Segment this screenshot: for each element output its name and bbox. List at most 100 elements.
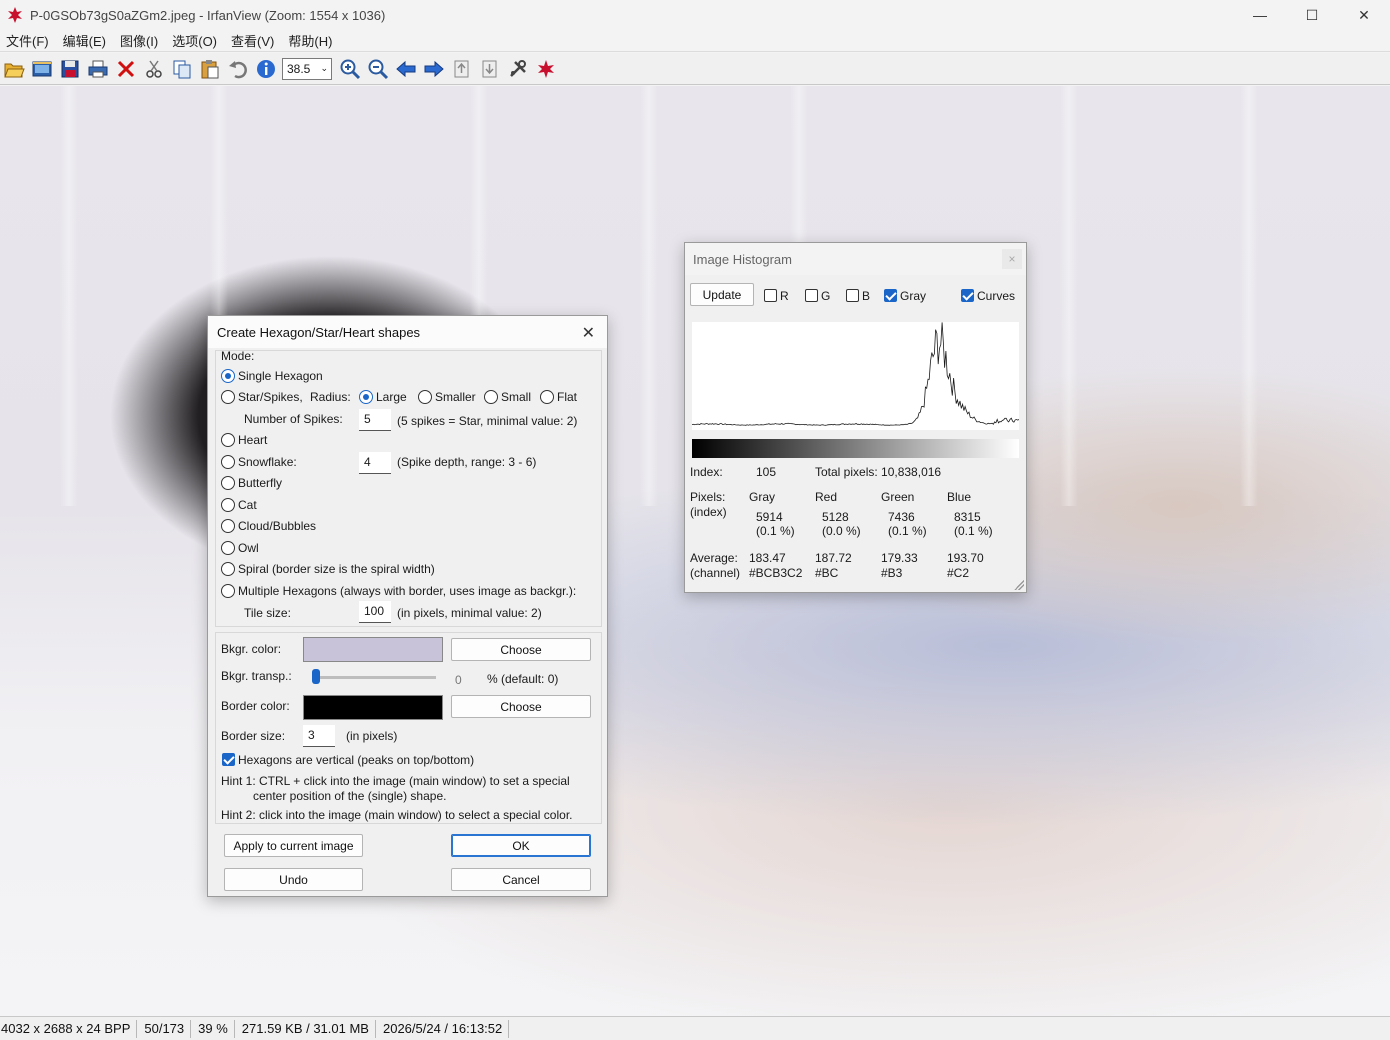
irfanview-app-icon[interactable] — [6, 6, 24, 24]
bkgr-transp-slider-thumb[interactable] — [312, 669, 320, 684]
hint1-line1: Hint 1: CTRL + click into the image (mai… — [221, 774, 570, 788]
maximize-button[interactable]: ☐ — [1286, 0, 1338, 30]
menu-edit[interactable]: 编辑(E) — [57, 31, 114, 50]
bkgr-color-swatch[interactable] — [303, 637, 443, 662]
radio-cat[interactable] — [221, 498, 235, 512]
menu-view[interactable]: 查看(V) — [225, 31, 282, 50]
menu-image[interactable]: 图像(I) — [114, 31, 166, 50]
radio-cloud[interactable] — [221, 519, 235, 533]
col-red: Red — [815, 490, 838, 504]
choose-bkgr-color-button[interactable]: Choose — [451, 638, 591, 661]
undo-button[interactable]: Undo — [224, 868, 363, 891]
radio-radius-flat[interactable] — [540, 390, 554, 404]
snowflake-input[interactable]: 4 — [359, 452, 391, 474]
update-button[interactable]: Update — [690, 283, 754, 306]
choose-border-color-button[interactable]: Choose — [451, 695, 591, 718]
radio-spiral[interactable] — [221, 562, 235, 576]
menu-options[interactable]: 选项(O) — [166, 31, 225, 50]
radio-butterfly[interactable] — [221, 476, 235, 490]
first-page-icon[interactable] — [448, 55, 476, 83]
border-color-swatch[interactable] — [303, 695, 443, 720]
irfanview-logo-icon[interactable] — [532, 55, 560, 83]
status-index: 50/173 — [143, 1019, 192, 1038]
green-pct: (0.1 %) — [888, 524, 927, 538]
gray-pct: (0.1 %) — [756, 524, 795, 538]
radio-snowflake[interactable] — [221, 455, 235, 469]
info-icon[interactable] — [252, 55, 280, 83]
pixels-label: Pixels: — [690, 490, 726, 504]
col-blue: Blue — [947, 490, 972, 504]
butterfly-label: Butterfly — [238, 476, 283, 490]
radio-star-spikes[interactable] — [221, 390, 235, 404]
mode-label: Mode: — [221, 349, 255, 363]
border-size-input[interactable]: 3 — [303, 725, 335, 747]
close-icon[interactable]: ✕ — [582, 323, 595, 343]
b-checkbox[interactable] — [846, 289, 859, 302]
gray-gradient-bar — [692, 439, 1019, 458]
histogram-close-icon[interactable]: × — [1002, 249, 1022, 269]
radio-single-hexagon[interactable] — [221, 369, 235, 383]
red-pct: (0.0 %) — [822, 524, 861, 538]
ok-button[interactable]: OK — [451, 834, 591, 857]
status-filesize: 271.59 KB / 31.01 MB — [241, 1019, 376, 1038]
delete-icon[interactable] — [112, 55, 140, 83]
next-icon[interactable] — [420, 55, 448, 83]
previous-icon[interactable] — [392, 55, 420, 83]
channel-label: (channel) — [690, 566, 741, 580]
status-datetime: 2026/5/24 / 16:13:52 — [382, 1019, 510, 1038]
total-pixels: Total pixels: 10,838,016 — [815, 465, 942, 479]
save-icon[interactable] — [56, 55, 84, 83]
index-paren-label: (index) — [690, 505, 727, 519]
bkgr-transp-slider-track[interactable] — [312, 676, 436, 679]
copy-icon[interactable] — [168, 55, 196, 83]
zoom-dropdown[interactable]: 38.5 ⌄ — [282, 57, 332, 80]
slideshow-icon[interactable] — [28, 55, 56, 83]
gray-checkbox[interactable] — [884, 289, 897, 302]
snowflake-label: Snowflake: — [238, 455, 297, 469]
open-folder-icon[interactable] — [0, 55, 28, 83]
red-hex: #BC — [815, 566, 839, 580]
status-bar: 4032 x 2688 x 24 BPP 50/173 39 % 271.59 … — [0, 1016, 1390, 1040]
r-checkbox[interactable] — [764, 289, 777, 302]
minimize-button[interactable]: — — [1234, 0, 1286, 30]
spikes-input[interactable]: 5 — [359, 409, 391, 431]
red-count: 5128 — [822, 510, 849, 524]
zoom-out-icon[interactable] — [364, 55, 392, 83]
radio-radius-smaller[interactable] — [418, 390, 432, 404]
g-checkbox[interactable] — [805, 289, 818, 302]
cloud-label: Cloud/Bubbles — [238, 519, 317, 533]
apply-current-image-button[interactable]: Apply to current image — [224, 834, 363, 857]
border-size-hint: (in pixels) — [346, 729, 398, 743]
print-icon[interactable] — [84, 55, 112, 83]
col-green: Green — [881, 490, 915, 504]
green-average: 179.33 — [881, 551, 918, 565]
g-label: G — [821, 289, 831, 303]
cut-icon[interactable] — [140, 55, 168, 83]
undo-icon[interactable] — [224, 55, 252, 83]
settings-icon[interactable] — [504, 55, 532, 83]
vertical-hexagons-checkbox[interactable] — [222, 753, 235, 766]
last-page-icon[interactable] — [476, 55, 504, 83]
radio-radius-large[interactable] — [359, 390, 373, 404]
resize-grip-icon[interactable] — [1014, 580, 1024, 590]
radio-radius-small[interactable] — [484, 390, 498, 404]
zoom-in-icon[interactable] — [336, 55, 364, 83]
radio-heart[interactable] — [221, 433, 235, 447]
paste-icon[interactable] — [196, 55, 224, 83]
bkgr-color-label: Bkgr. color: — [221, 642, 282, 656]
spiral-label: Spiral (border size is the spiral width) — [238, 562, 435, 576]
tile-size-input[interactable]: 100 — [359, 601, 391, 623]
curves-checkbox[interactable] — [961, 289, 974, 302]
cancel-button[interactable]: Cancel — [451, 868, 591, 891]
radius-smaller-label: Smaller — [435, 390, 476, 404]
menu-file[interactable]: 文件(F) — [0, 31, 57, 50]
gray-average: 183.47 — [749, 551, 786, 565]
close-window-button[interactable]: ✕ — [1338, 0, 1390, 30]
radio-multiple-hexagons[interactable] — [221, 584, 235, 598]
heart-label: Heart — [238, 433, 268, 447]
radio-owl[interactable] — [221, 541, 235, 555]
menu-bar: 文件(F) 编辑(E) 图像(I) 选项(O) 查看(V) 帮助(H) — [0, 30, 1390, 52]
histogram-plot[interactable] — [692, 322, 1019, 430]
green-hex: #B3 — [881, 566, 903, 580]
menu-help[interactable]: 帮助(H) — [282, 31, 340, 50]
